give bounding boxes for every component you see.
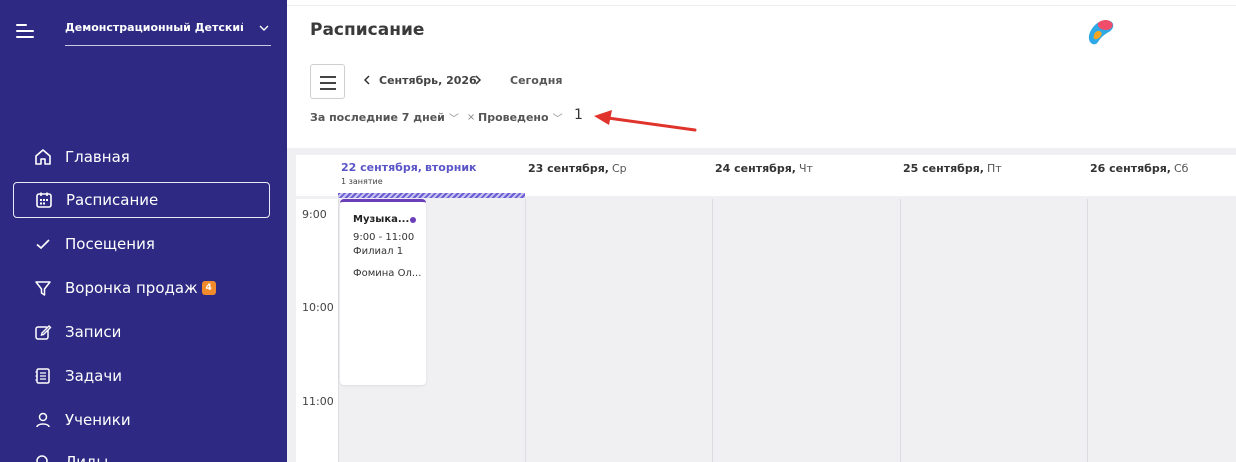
sidebar-item-records[interactable]: Записи	[13, 314, 270, 350]
organization-name: Демонстрационный Детский ц...	[65, 21, 243, 34]
lesson-count: 1 занятие	[341, 177, 383, 186]
day-of-week: Ср	[611, 162, 627, 175]
search-icon	[33, 452, 53, 462]
sidebar-item-leads[interactable]: Лиды	[13, 444, 270, 462]
day-column[interactable]	[712, 199, 900, 462]
page-title: Расписание	[310, 20, 425, 40]
home-icon	[33, 147, 53, 167]
chevron-down-icon: ﹀	[448, 114, 459, 125]
today-indicator	[338, 193, 525, 198]
day-header[interactable]: 24 сентября, Чт	[715, 155, 902, 196]
lesson-time: 9:00 - 11:00	[353, 232, 415, 243]
app-root: Демонстрационный Детский ц... Главная Ра…	[0, 0, 1236, 462]
time-label: 11:00	[302, 395, 334, 408]
sidebar-item-label: Расписание	[66, 191, 159, 209]
organization-select[interactable]: Демонстрационный Детский ц...	[65, 18, 271, 46]
sidebar: Демонстрационный Детский ц... Главная Ра…	[0, 0, 287, 462]
day-of-week: вторник	[424, 161, 477, 174]
sidebar-item-schedule[interactable]: Расписание	[13, 182, 270, 218]
sidebar-item-label: Лиды	[65, 453, 109, 462]
view-menu-button[interactable]	[310, 64, 345, 99]
sidebar-item-label: Главная	[65, 148, 130, 166]
time-column: 9:00 10:00 11:00	[296, 199, 338, 462]
clear-filter-icon[interactable]: ×	[467, 112, 475, 123]
status-filter-label: Проведено	[478, 111, 549, 124]
sidebar-item-students[interactable]: Ученики	[13, 402, 270, 438]
sidebar-item-sales-funnel[interactable]: Воронка продаж 4	[13, 270, 270, 306]
collapse-menu-icon[interactable]	[16, 24, 36, 40]
chevron-right-icon	[475, 75, 482, 85]
lesson-title: Музыка...	[353, 214, 410, 225]
lesson-card[interactable]: Музыка... 9:00 - 11:00 Филиал 1 Фомина О…	[340, 199, 426, 385]
previous-month-button[interactable]	[361, 73, 373, 87]
today-button[interactable]: Сегодня	[510, 74, 562, 87]
time-label: 9:00	[302, 208, 327, 221]
day-header[interactable]: 23 сентября, Ср	[528, 155, 715, 196]
day-header-today[interactable]: 22 сентября, вторник 1 занятие	[341, 155, 528, 196]
calendar-header: 22 сентября, вторник 1 занятие 23 сентябр…	[296, 155, 1236, 196]
main-content: Расписание Сентябрь, 2026 Сегодня За пос…	[287, 0, 1236, 462]
day-date: 23 сентября,	[528, 162, 609, 175]
status-filter[interactable]: Проведено ﹀	[478, 110, 563, 125]
status-dot	[410, 217, 416, 223]
day-date: 25 сентября,	[903, 162, 984, 175]
chevron-down-icon	[259, 25, 269, 31]
lesson-teacher: Фомина Ол...	[353, 268, 422, 279]
app-logo-icon	[1088, 20, 1114, 45]
day-of-week: Сб	[1173, 162, 1189, 175]
sidebar-item-label: Посещения	[65, 235, 155, 253]
day-column[interactable]	[1087, 199, 1236, 462]
day-date: 26 сентября,	[1090, 162, 1171, 175]
sidebar-item-attendance[interactable]: Посещения	[13, 226, 270, 262]
day-header[interactable]: 25 сентября, Пт	[903, 155, 1090, 196]
sidebar-item-tasks[interactable]: Задачи	[13, 358, 270, 394]
chevron-down-icon: ﹀	[552, 114, 563, 125]
day-of-week: Пт	[986, 162, 1002, 175]
day-of-week: Чт	[798, 162, 813, 175]
lesson-branch: Филиал 1	[353, 246, 404, 257]
tasks-icon	[33, 366, 53, 386]
annotation-arrow-icon	[594, 110, 697, 132]
sidebar-item-label: Записи	[65, 323, 122, 341]
sidebar-item-label: Воронка продаж	[65, 279, 198, 297]
period-filter[interactable]: За последние 7 дней ﹀ ×	[310, 110, 475, 125]
sidebar-item-home[interactable]: Главная	[13, 139, 270, 175]
top-divider	[287, 0, 1236, 6]
annotation-number: 1	[574, 107, 583, 123]
current-month-label: Сентябрь, 2026	[379, 74, 477, 87]
check-icon	[33, 234, 53, 254]
notification-badge: 4	[201, 281, 216, 295]
sidebar-item-label: Задачи	[65, 367, 122, 385]
chevron-left-icon	[363, 75, 370, 85]
edit-icon	[33, 322, 53, 342]
period-filter-label: За последние 7 дней	[310, 111, 445, 124]
day-date: 24 сентября,	[715, 162, 796, 175]
time-label: 10:00	[302, 301, 334, 314]
day-header[interactable]: 26 сентября, Сб	[1090, 155, 1236, 196]
day-column[interactable]	[900, 199, 1087, 462]
funnel-icon	[33, 278, 53, 298]
day-date: 22 сентября,	[341, 161, 422, 174]
calendar-icon	[34, 190, 54, 210]
user-icon	[33, 410, 53, 430]
sidebar-item-label: Ученики	[65, 411, 131, 429]
next-month-button[interactable]	[472, 73, 484, 87]
day-column[interactable]	[525, 199, 712, 462]
